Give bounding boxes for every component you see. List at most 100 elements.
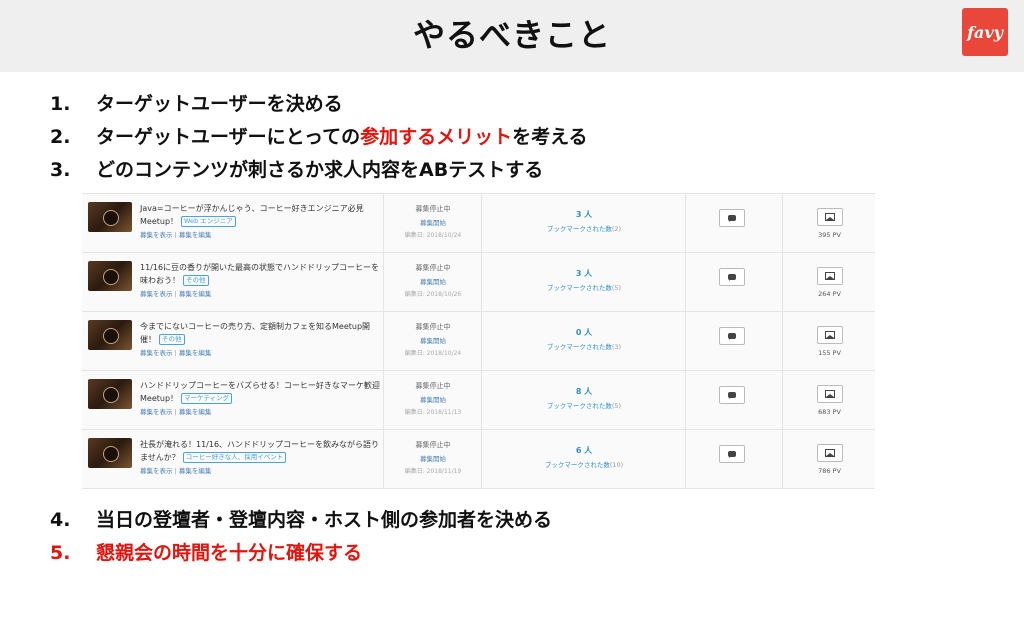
applicant-count[interactable]: 3 人 xyxy=(482,209,686,220)
slide-title: やるべきこと xyxy=(412,16,611,54)
step-text: 懇親会の時間を十分に確保する xyxy=(96,542,363,564)
applicant-count[interactable]: 3 人 xyxy=(482,268,686,279)
event-title[interactable]: Java=コーヒーが浮かんじゃう、コーヒー好きエンジニア必見Meetup！ xyxy=(140,204,364,226)
message-button[interactable] xyxy=(719,209,745,227)
event-title-block: 11/16に豆の香りが開いた最高の状態でハンドドリップコーヒーを味わおう！ その他 xyxy=(140,261,380,287)
event-row: 11/16に豆の香りが開いた最高の状態でハンドドリップコーヒーを味わおう！ その他… xyxy=(82,252,875,311)
event-tag: その他 xyxy=(159,334,185,345)
event-list-screenshot: Java=コーヒーが浮かんじゃう、コーヒー好きエンジニア必見Meetup！ Web… xyxy=(82,193,875,489)
bookmark-label: ブックマークされた数 xyxy=(544,461,610,469)
step-number: 5. xyxy=(50,542,71,564)
edit-posting-link[interactable]: 募集を編集 xyxy=(179,467,212,475)
view-posting-link[interactable]: 募集を表示 xyxy=(140,467,173,475)
step-text: ターゲットユーザーにとっての xyxy=(96,126,361,148)
applicants-column: 8 人ブックマークされた数(5) xyxy=(481,371,686,429)
message-column xyxy=(685,312,783,370)
event-links: 募集を表示 | 募集を編集 xyxy=(140,290,212,298)
chat-icon xyxy=(728,274,736,281)
applicant-count[interactable]: 0 人 xyxy=(482,327,686,338)
bookmark-label: ブックマークされた数 xyxy=(546,225,612,233)
image-button[interactable] xyxy=(816,208,843,226)
status-text: 募集停止中 xyxy=(415,382,451,390)
step-number: 3. xyxy=(50,159,71,181)
event-tag: その他 xyxy=(183,275,209,286)
pv-column: 395 PV xyxy=(782,194,876,252)
step-item: 1. ターゲットユーザーを決める xyxy=(50,88,588,121)
chat-icon xyxy=(728,392,736,399)
message-button[interactable] xyxy=(719,386,745,404)
open-posting-link[interactable]: 募集開始 xyxy=(384,453,482,463)
message-column xyxy=(685,194,783,252)
favy-logo: favy xyxy=(962,8,1008,56)
open-posting-link[interactable]: 募集開始 xyxy=(384,394,482,404)
status-column: 募集停止中募集開始編集日: 2018/11/13 xyxy=(383,371,482,429)
step-highlight: 参加するメリット xyxy=(360,126,513,148)
applicants-column: 3 人ブックマークされた数(2) xyxy=(481,194,686,252)
edited-date: 編集日: 2018/10/24 xyxy=(404,350,462,357)
image-button[interactable] xyxy=(816,326,843,344)
message-button[interactable] xyxy=(719,268,745,286)
steps-bottom-list: 4. 当日の登壇者・登壇内容・ホスト側の参加者を決める 5. 懇親会の時間を十分に確… xyxy=(50,504,552,570)
event-tag: コーヒー好きな人、採用イベント xyxy=(182,452,287,463)
bookmark-label: ブックマークされた数 xyxy=(546,284,612,292)
slide-header: やるべきこと favy xyxy=(0,0,1024,72)
edited-date: 編集日: 2018/10/26 xyxy=(404,291,462,298)
pv-column: 786 PV xyxy=(782,430,876,488)
event-row: ハンドドリップコーヒーをバズらせる！コーヒー好きなマーケ歓迎Meetup！ マーケ… xyxy=(82,370,875,429)
bookmark-count: (3) xyxy=(611,343,622,351)
image-icon xyxy=(824,272,835,280)
chat-icon xyxy=(728,333,736,340)
bookmark-info: ブックマークされた数(3) xyxy=(482,341,686,351)
status-text: 募集停止中 xyxy=(415,323,451,331)
step-text: どのコンテンツが刺さるか求人内容をABテストする xyxy=(96,159,544,181)
page-views: 264 PV xyxy=(818,290,841,298)
bookmark-count: (5) xyxy=(611,402,622,410)
edit-posting-link[interactable]: 募集を編集 xyxy=(179,290,212,298)
bookmark-label: ブックマークされた数 xyxy=(546,343,612,351)
applicant-count[interactable]: 6 人 xyxy=(482,445,686,456)
step-number: 1. xyxy=(50,93,71,115)
open-posting-link[interactable]: 募集開始 xyxy=(384,276,482,286)
event-thumbnail xyxy=(88,320,132,350)
image-button[interactable] xyxy=(816,267,843,285)
message-button[interactable] xyxy=(719,445,745,463)
applicant-count[interactable]: 8 人 xyxy=(482,386,686,397)
event-tag: Web エンジニア xyxy=(181,216,236,227)
edit-posting-link[interactable]: 募集を編集 xyxy=(179,349,212,357)
image-button[interactable] xyxy=(816,444,843,462)
bookmark-info: ブックマークされた数(2) xyxy=(482,223,686,233)
bookmark-label: ブックマークされた数 xyxy=(546,402,612,410)
event-row: 社長が淹れる！11/16、ハンドドリップコーヒーを飲みながら語りませんか？ コーヒ… xyxy=(82,429,875,489)
edited-date: 編集日: 2018/11/13 xyxy=(404,409,462,416)
step-item: 4. 当日の登壇者・登壇内容・ホスト側の参加者を決める xyxy=(50,504,552,537)
image-icon xyxy=(824,449,835,457)
open-posting-link[interactable]: 募集開始 xyxy=(384,335,482,345)
event-thumbnail xyxy=(88,438,132,468)
page-views: 155 PV xyxy=(818,349,841,357)
step-number: 4. xyxy=(50,509,71,531)
event-row: 今までにないコーヒーの売り方、定額制カフェを知るMeetup開催！ その他 募集を… xyxy=(82,311,875,370)
image-button[interactable] xyxy=(816,385,843,403)
view-posting-link[interactable]: 募集を表示 xyxy=(140,231,173,239)
status-text: 募集停止中 xyxy=(415,264,451,272)
open-posting-link[interactable]: 募集開始 xyxy=(384,217,482,227)
page-views: 395 PV xyxy=(818,231,841,239)
event-title[interactable]: ハンドドリップコーヒーをバズらせる！コーヒー好きなマーケ歓迎Meetup！ xyxy=(140,381,380,403)
step-item: 2. ターゲットユーザーにとっての参加するメリットを考える xyxy=(50,121,588,154)
edit-posting-link[interactable]: 募集を編集 xyxy=(179,408,212,416)
edit-posting-link[interactable]: 募集を編集 xyxy=(179,231,212,239)
image-icon xyxy=(824,390,835,398)
message-button[interactable] xyxy=(719,327,745,345)
message-column xyxy=(685,253,783,311)
event-title[interactable]: 11/16に豆の香りが開いた最高の状態でハンドドリップコーヒーを味わおう！ xyxy=(140,263,379,285)
event-title-block: 今までにないコーヒーの売り方、定額制カフェを知るMeetup開催！ その他 xyxy=(140,320,380,346)
chat-icon xyxy=(728,451,736,458)
view-posting-link[interactable]: 募集を表示 xyxy=(140,349,173,357)
pv-column: 264 PV xyxy=(782,253,876,311)
bookmark-count: (10) xyxy=(609,461,624,469)
event-title-block: ハンドドリップコーヒーをバズらせる！コーヒー好きなマーケ歓迎Meetup！ マーケ… xyxy=(140,379,380,405)
event-links: 募集を表示 | 募集を編集 xyxy=(140,231,212,239)
image-icon xyxy=(824,213,835,221)
view-posting-link[interactable]: 募集を表示 xyxy=(140,290,173,298)
view-posting-link[interactable]: 募集を表示 xyxy=(140,408,173,416)
